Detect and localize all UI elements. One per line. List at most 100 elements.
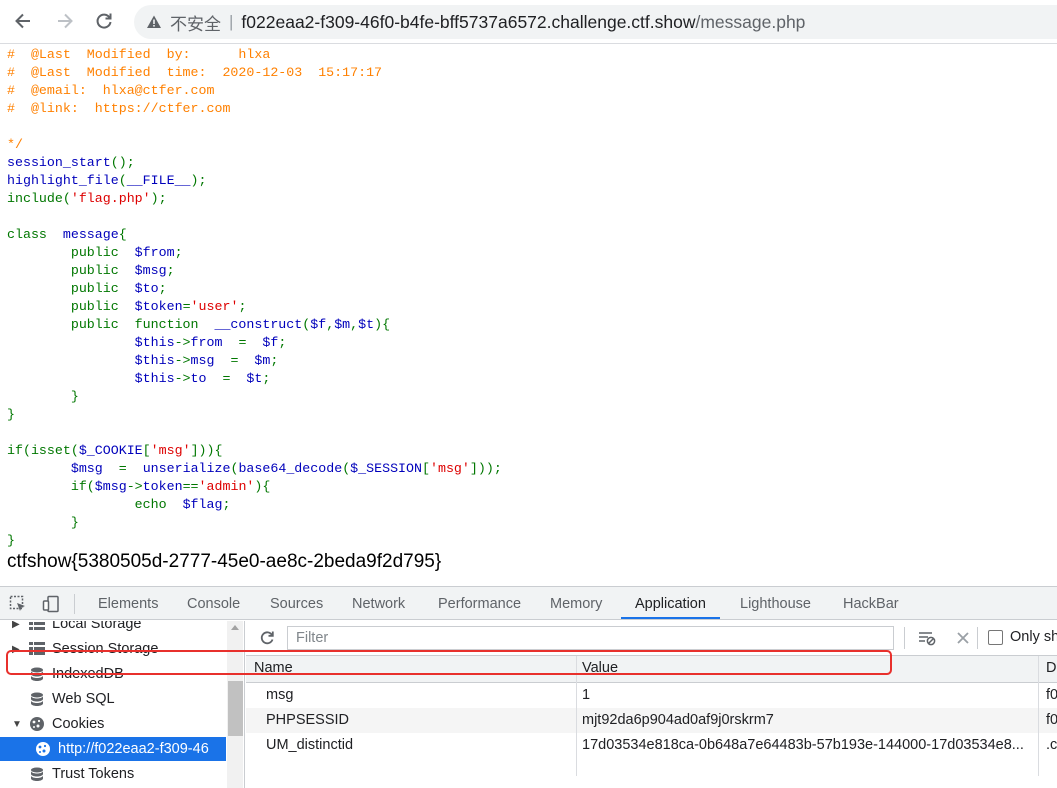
code-token: ->	[174, 353, 191, 368]
code-token: ])){	[190, 443, 223, 458]
code-line: }	[7, 406, 502, 424]
code-token: [	[142, 443, 151, 458]
tab-network[interactable]: Network	[352, 587, 405, 619]
code-token: message	[62, 227, 119, 242]
tab-lighthouse[interactable]: Lighthouse	[740, 587, 811, 619]
sidebar-item-indexeddb[interactable]: IndexedDB	[0, 662, 226, 686]
refresh-icon[interactable]	[259, 630, 275, 646]
code-token: if(	[7, 479, 95, 494]
checkbox-box[interactable]	[988, 629, 1003, 645]
code-line: $msg = unserialize(base64_decode($_SESSI…	[7, 460, 502, 478]
code-token: $flag	[182, 497, 223, 512]
sidebar-item-trust-tokens[interactable]: Trust Tokens	[0, 762, 226, 786]
code-token: __FILE__	[126, 173, 191, 188]
database-icon	[28, 666, 46, 682]
tab-elements[interactable]: Elements	[98, 587, 158, 619]
code-line: if(isset($_COOKIE['msg'])){	[7, 442, 502, 460]
code-token: highlight_file	[7, 173, 119, 188]
only-show-label: Only sh	[1010, 629, 1057, 645]
code-token: [	[422, 461, 430, 476]
code-token: ;	[222, 497, 231, 512]
only-show-issues-checkbox[interactable]: Only sh	[988, 629, 1057, 645]
back-button[interactable]	[10, 8, 36, 34]
table-row[interactable]: PHPSESSID mjt92da6p904ad0af9j0rskrm7 f0	[246, 708, 1057, 733]
code-token: token	[142, 479, 183, 494]
sidebar-item-session-storage[interactable]: ▶ Session Storage	[0, 637, 226, 661]
code-token: to	[190, 371, 223, 386]
sidebar-item-cookies[interactable]: ▼ Cookies	[0, 712, 226, 736]
cell-value: 17d03534e818ca-0b648a7e64483b-57b193e-14…	[582, 737, 1024, 753]
triangle-right-icon[interactable]: ▶	[12, 621, 22, 630]
tab-application[interactable]: Application	[621, 587, 720, 619]
code-token: $m	[334, 317, 351, 332]
code-line: public function __construct($f,$m,$t){	[7, 316, 502, 334]
inspect-element-icon[interactable]	[9, 595, 27, 613]
code-token: $to	[134, 281, 159, 296]
code-line: public $token='user';	[7, 298, 502, 316]
code-token: $t	[246, 371, 263, 386]
table-header: Name Value D	[246, 656, 1057, 683]
code-line: }	[7, 388, 502, 406]
column-divider[interactable]	[576, 656, 577, 776]
code-line: public $to;	[7, 280, 502, 298]
toolbar-divider	[977, 627, 978, 649]
code-token: if(isset(	[7, 443, 79, 458]
filter-input[interactable]: Filter	[287, 626, 894, 650]
column-header-domain[interactable]: D	[1046, 660, 1056, 676]
sidebar-item-web-sql[interactable]: Web SQL	[0, 687, 226, 711]
code-token: ;	[278, 335, 287, 350]
insecure-label: 不安全	[170, 14, 221, 34]
code-line: # @Last Modified time: 2020-12-03 15:17:…	[7, 64, 502, 82]
code-token: $m	[254, 353, 271, 368]
clear-filtered-cookies-icon[interactable]	[918, 630, 936, 646]
tab-console[interactable]: Console	[187, 587, 240, 619]
code-token: # @Last Modified time: 2020-12-03 15:17:…	[7, 65, 383, 80]
code-token: ){	[374, 317, 391, 332]
sidebar-item-label: IndexedDB	[52, 666, 124, 682]
code-token: $f	[262, 335, 279, 350]
code-token: );	[190, 173, 207, 188]
column-divider[interactable]	[1038, 656, 1039, 776]
sidebar-item-label: Local Storage	[52, 621, 142, 632]
column-header-value[interactable]: Value	[582, 660, 618, 676]
code-token: $this	[134, 353, 175, 368]
device-toolbar-icon[interactable]	[42, 595, 60, 613]
code-token: (	[342, 461, 351, 476]
scrollbar-thumb[interactable]	[228, 681, 243, 736]
triangle-down-icon[interactable]: ▼	[12, 719, 22, 730]
sidebar-item-label: Session Storage	[52, 641, 159, 657]
sidebar-scrollbar[interactable]	[227, 621, 243, 788]
code-line: session_start();	[7, 154, 502, 172]
table-row[interactable]: UM_distinctid 17d03534e818ca-0b648a7e6448…	[246, 733, 1057, 758]
address-bar[interactable]: 不安全 | f022eaa2-f309-46f0-b4fe-bff5737a65…	[134, 5, 1057, 39]
cell-domain: f0	[1046, 687, 1057, 703]
delete-selected-icon[interactable]	[956, 631, 970, 645]
code-token: # @Last Modified by: hlxa	[7, 47, 271, 62]
code-token: ==	[182, 479, 199, 494]
reload-button[interactable]	[91, 8, 117, 34]
code-token: $msg	[94, 479, 127, 494]
code-token: $this	[134, 335, 175, 350]
code-token: session_start	[7, 155, 111, 170]
scroll-up-arrow-icon[interactable]	[231, 625, 239, 630]
tab-sources[interactable]: Sources	[270, 587, 323, 619]
code-line: public $from;	[7, 244, 502, 262]
sidebar-item-http-f022eaa2-f309-46[interactable]: http://f022eaa2-f309-46	[0, 737, 226, 761]
column-header-name[interactable]: Name	[254, 660, 293, 676]
url-path: /message.php	[695, 11, 806, 32]
code-line: */	[7, 136, 502, 154]
devtools-tabbar: Elements Console Sources Network Performance…	[0, 587, 1057, 620]
code-token: */	[7, 137, 23, 152]
tab-performance[interactable]: Performance	[438, 587, 521, 619]
tab-hackbar[interactable]: HackBar	[843, 587, 899, 619]
forward-button[interactable]	[52, 8, 78, 34]
code-token: echo	[7, 497, 183, 512]
cell-name: UM_distinctid	[266, 737, 354, 753]
table-row[interactable]: msg 1 f0	[246, 683, 1057, 708]
sidebar-item-label: Trust Tokens	[52, 766, 135, 782]
tab-memory[interactable]: Memory	[550, 587, 602, 619]
triangle-right-icon[interactable]: ▶	[12, 644, 22, 655]
code-token: ->	[126, 479, 143, 494]
sidebar-item-local-storage[interactable]: ▶ Local Storage	[0, 621, 226, 636]
